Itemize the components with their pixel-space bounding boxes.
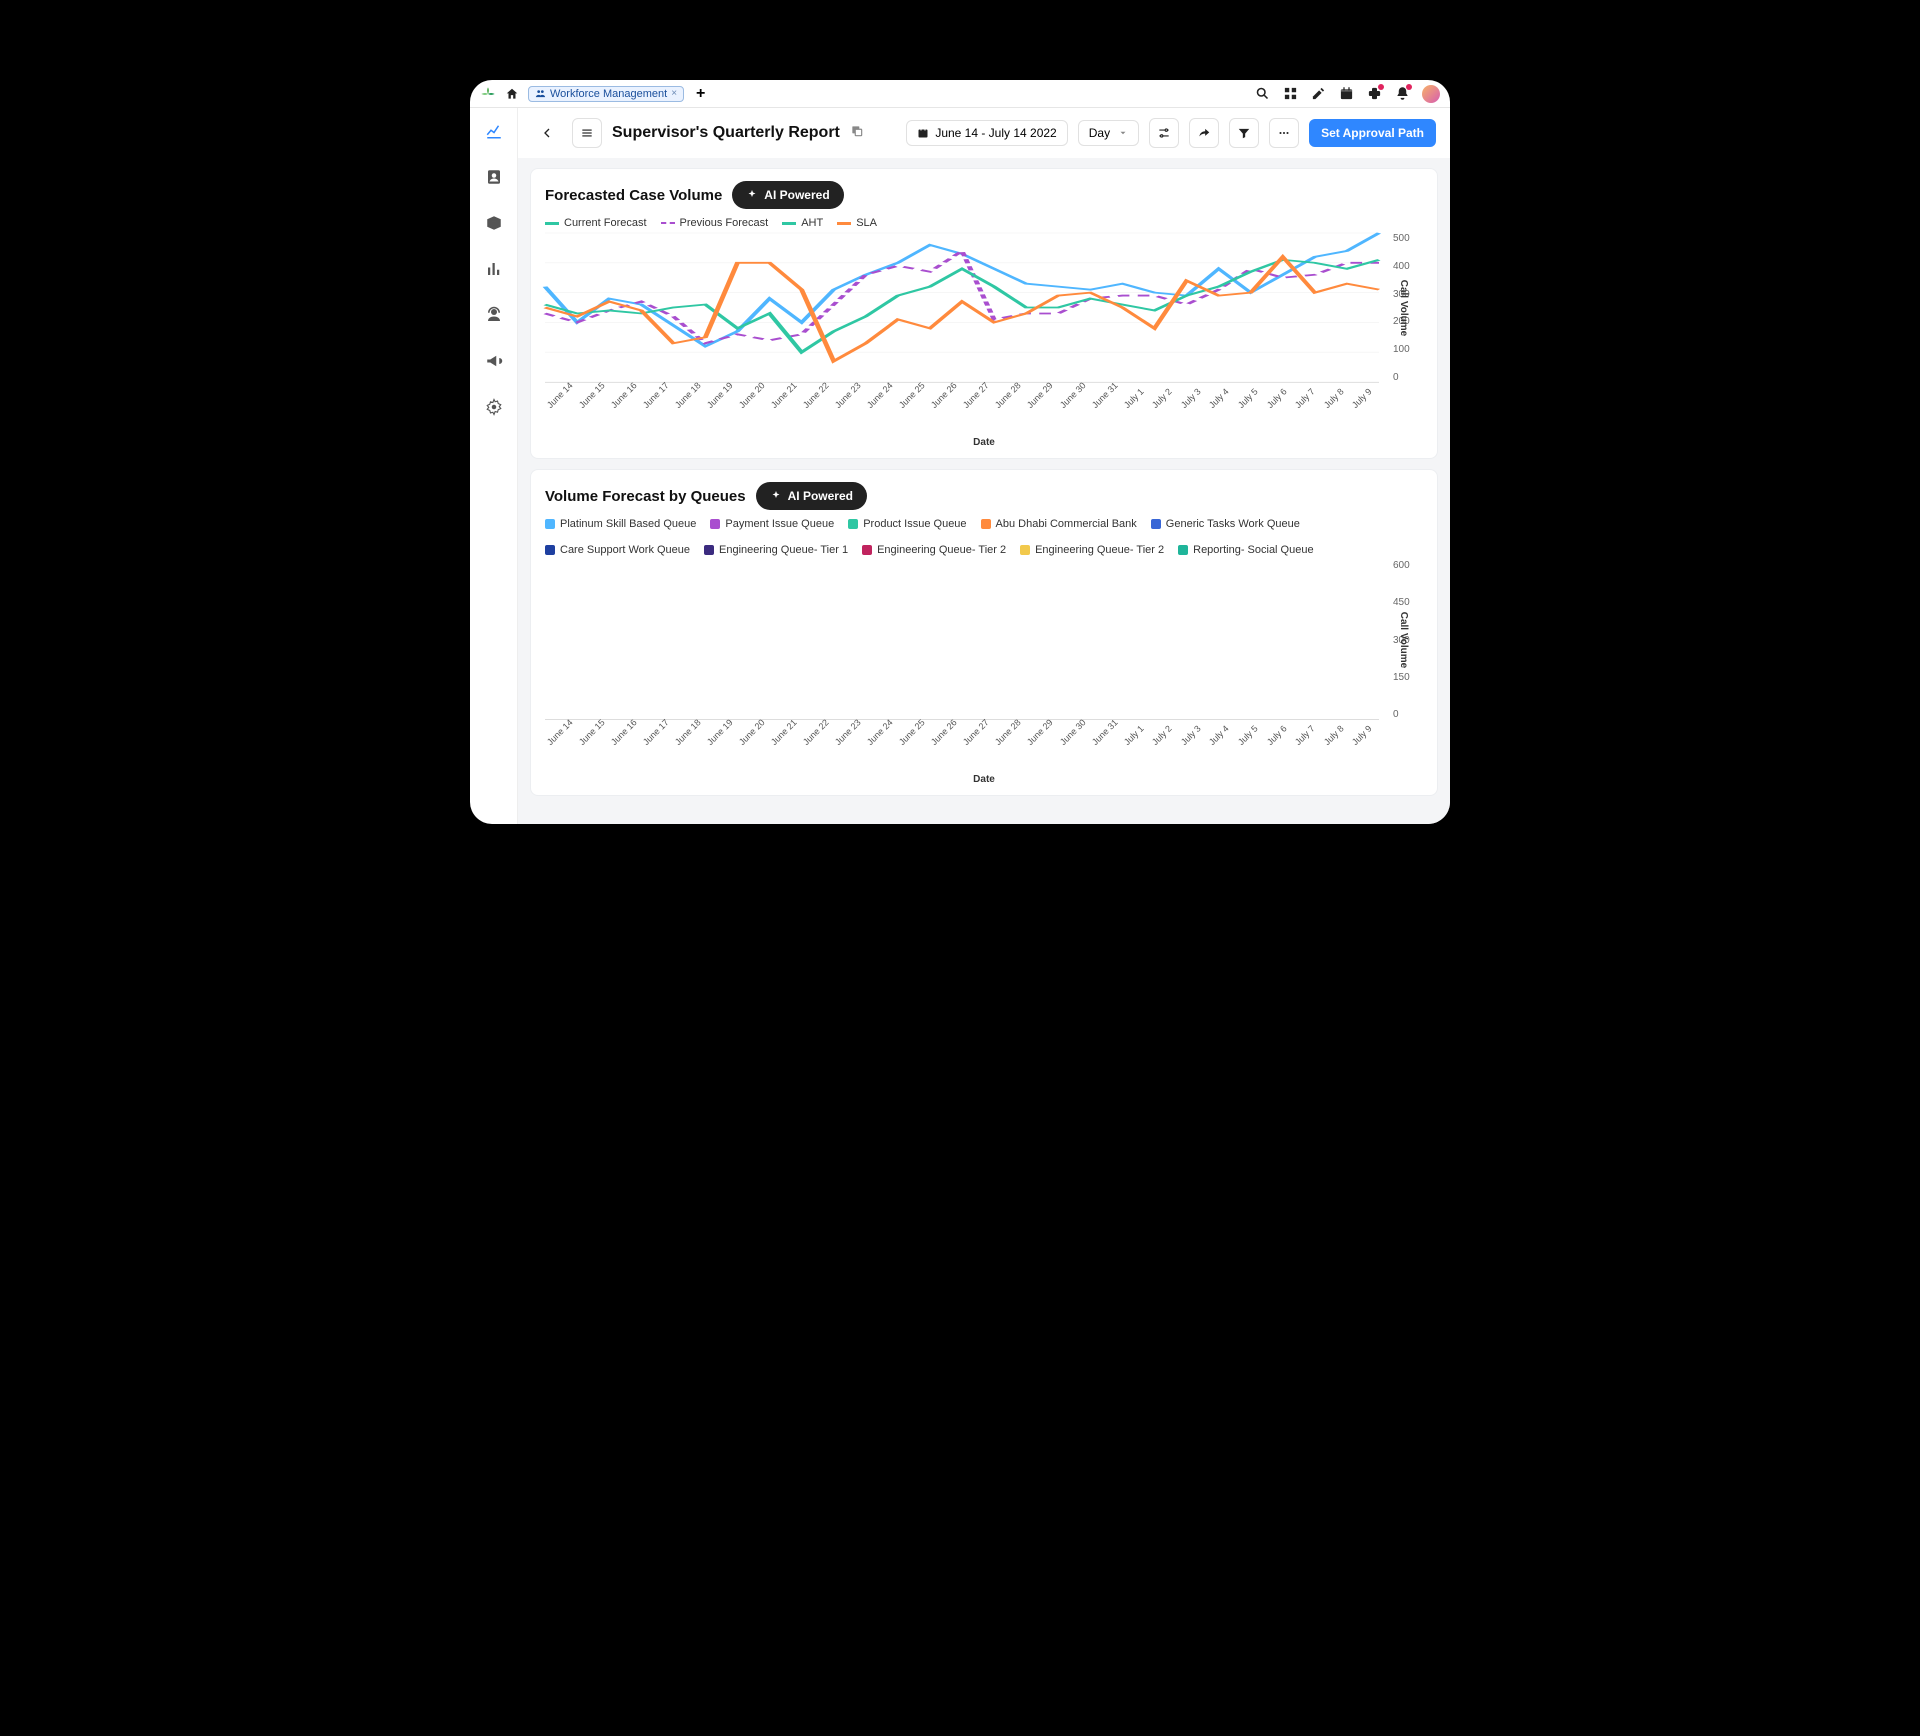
granularity-label: Day (1089, 126, 1110, 140)
sidebar-campaign-icon[interactable] (483, 350, 505, 372)
chart2-plot: 6004503001500 Call Volume (545, 560, 1423, 720)
legend-queue-7: Engineering Queue- Tier 2 (877, 544, 1006, 556)
settings-sliders-button[interactable] (1149, 118, 1179, 148)
home-icon[interactable] (504, 86, 520, 102)
sidebar-analytics-icon[interactable] (483, 120, 505, 142)
sidebar-bars-icon[interactable] (483, 258, 505, 280)
ai-powered-badge-2: AI Powered (756, 482, 867, 510)
browser-tab[interactable]: Workforce Management × (528, 86, 684, 102)
bell-icon[interactable] (1394, 86, 1410, 102)
legend-queue-3: Abu Dhabi Commercial Bank (996, 518, 1137, 530)
chart2-legend: Platinum Skill Based Queue Payment Issue … (545, 518, 1423, 556)
menu-button[interactable] (572, 118, 602, 148)
sidebar-agent-icon[interactable] (483, 304, 505, 326)
ai-powered-badge: AI Powered (732, 181, 843, 209)
date-range-picker[interactable]: June 14 - July 14 2022 (906, 120, 1067, 146)
legend-previous-forecast: Previous Forecast (680, 217, 769, 229)
new-tab-button[interactable]: + (692, 85, 709, 103)
chart1-title: Forecasted Case Volume (545, 187, 722, 204)
ai-badge-label: AI Powered (764, 188, 829, 202)
granularity-select[interactable]: Day (1078, 120, 1139, 146)
search-icon[interactable] (1254, 86, 1270, 102)
legend-queue-8: Engineering Queue- Tier 2 (1035, 544, 1164, 556)
back-button[interactable] (532, 118, 562, 148)
page-title: Supervisor's Quarterly Report (612, 124, 840, 142)
filter-button[interactable] (1229, 118, 1259, 148)
more-button[interactable] (1269, 118, 1299, 148)
close-icon[interactable]: × (671, 88, 677, 99)
set-approval-path-button[interactable]: Set Approval Path (1309, 119, 1436, 147)
legend-queue-6: Engineering Queue- Tier 1 (719, 544, 848, 556)
topbar-actions (1254, 85, 1440, 103)
chart1-xlabel: Date (545, 437, 1423, 448)
forecast-volume-card: Forecasted Case Volume AI Powered Curren… (530, 168, 1438, 459)
chart2-xlabel: Date (545, 774, 1423, 785)
legend-queue-0: Platinum Skill Based Queue (560, 518, 696, 530)
chart1-legend: Current Forecast Previous Forecast AHT S… (545, 217, 1423, 229)
legend-current-forecast: Current Forecast (564, 217, 647, 229)
legend-aht: AHT (801, 217, 823, 229)
app-window: Workforce Management × + (470, 80, 1450, 824)
legend-queue-5: Care Support Work Queue (560, 544, 690, 556)
ai-badge-label-2: AI Powered (788, 489, 853, 503)
sidebar-settings-icon[interactable] (483, 396, 505, 418)
legend-queue-4: Generic Tasks Work Queue (1166, 518, 1300, 530)
apps-grid-icon[interactable] (1282, 86, 1298, 102)
chart1-plot: 5004003002001000 Call Volume (545, 233, 1423, 383)
chart1-ylabel: Call Volume (1397, 280, 1408, 337)
sidebar-contact-icon[interactable] (483, 166, 505, 188)
avatar[interactable] (1422, 85, 1440, 103)
topbar: Workforce Management × + (470, 80, 1450, 108)
compose-icon[interactable] (1310, 86, 1326, 102)
brand-logo-icon (480, 86, 496, 102)
tab-label: Workforce Management (550, 88, 667, 100)
main-content: Supervisor's Quarterly Report June 14 - … (518, 108, 1450, 824)
chart2-ylabel: Call Volume (1397, 612, 1408, 669)
calendar-icon[interactable] (1338, 86, 1354, 102)
legend-queue-2: Product Issue Queue (863, 518, 966, 530)
popout-icon[interactable] (850, 124, 864, 143)
volume-by-queues-card: Volume Forecast by Queues AI Powered Pla… (530, 469, 1438, 796)
puzzle-icon[interactable] (1366, 86, 1382, 102)
page-header: Supervisor's Quarterly Report June 14 - … (518, 108, 1450, 158)
legend-sla: SLA (856, 217, 877, 229)
sidebar-box-icon[interactable] (483, 212, 505, 234)
date-range-label: June 14 - July 14 2022 (935, 126, 1056, 140)
legend-queue-9: Reporting- Social Queue (1193, 544, 1313, 556)
legend-queue-1: Payment Issue Queue (725, 518, 834, 530)
sidebar (470, 108, 518, 824)
share-button[interactable] (1189, 118, 1219, 148)
chart2-title: Volume Forecast by Queues (545, 488, 746, 505)
